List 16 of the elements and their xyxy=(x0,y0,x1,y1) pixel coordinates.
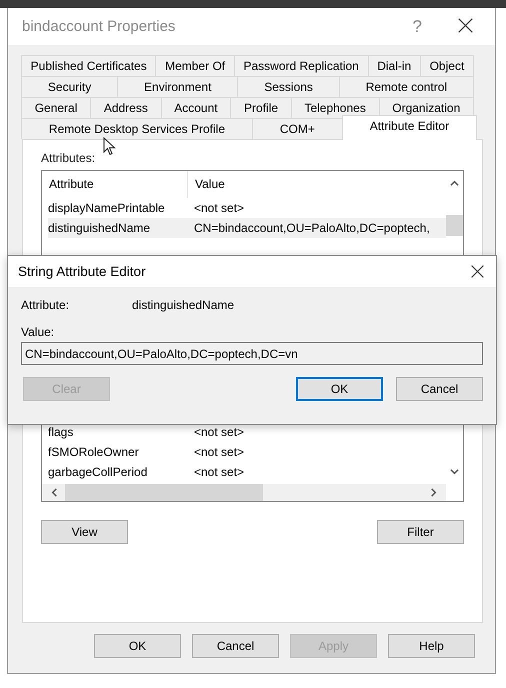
attribute-name: distinguishedName xyxy=(48,221,152,235)
attribute-name: displayNamePrintable xyxy=(48,201,166,215)
value-label: Value: xyxy=(21,325,56,339)
attribute-value: <not set> xyxy=(194,201,244,215)
attribute-name: garbageCollPeriod xyxy=(48,465,148,479)
attribute-name: flags xyxy=(48,425,74,439)
dialog-title: String Attribute Editor xyxy=(18,264,147,279)
window-title: bindaccount Properties xyxy=(22,18,176,35)
attribute-name: fSMORoleOwner xyxy=(48,445,140,459)
attributes-label: Attributes: xyxy=(41,151,96,165)
attribute-value: distinguishedName xyxy=(132,298,234,312)
attribute-value: CN=bindaccount,OU=PaloAlto,DC=poptech, xyxy=(194,221,430,235)
attribute-value: <not set> xyxy=(194,465,244,479)
attribute-label: Attribute: xyxy=(21,298,70,312)
attribute-value: <not set> xyxy=(194,425,244,439)
attribute-value: <not set> xyxy=(194,445,244,459)
